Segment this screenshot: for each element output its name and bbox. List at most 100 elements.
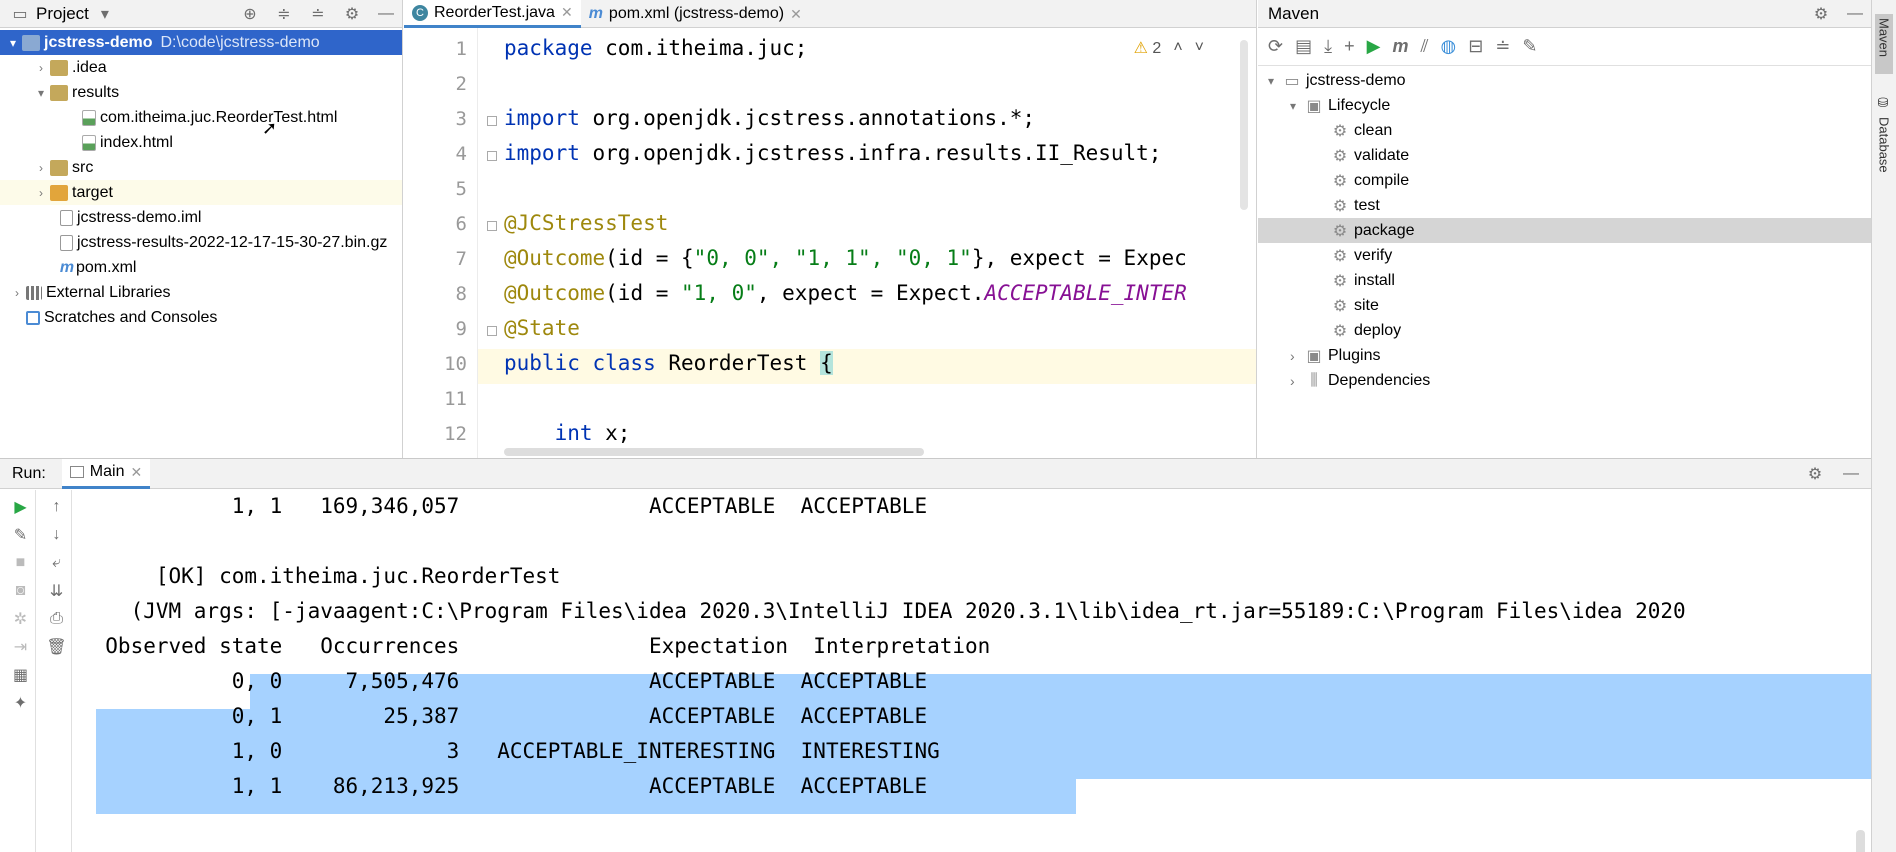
maven-dependencies[interactable]: › ⫼ Dependencies xyxy=(1258,368,1871,393)
goal-verify[interactable]: ⚙ verify xyxy=(1258,243,1871,268)
reload-icon[interactable]: ⟳ xyxy=(1268,36,1283,57)
tree-item-results[interactable]: ▾ results xyxy=(0,80,402,105)
folder-icon xyxy=(50,59,68,76)
fold-marker[interactable] xyxy=(487,326,497,336)
collapse-all-icon[interactable]: ≐ xyxy=(1495,36,1510,57)
arrow-up-icon[interactable]: ↑ xyxy=(47,496,67,518)
layout-icon[interactable]: ▦ xyxy=(11,664,31,686)
tree-item-target[interactable]: › target xyxy=(0,180,402,205)
chevron-down-icon[interactable]: ˅ xyxy=(1195,39,1204,57)
goal-package[interactable]: ⚙ package xyxy=(1258,218,1871,243)
add-icon[interactable]: + xyxy=(1344,36,1355,57)
goal-validate[interactable]: ⚙ validate xyxy=(1258,143,1871,168)
minimize-icon[interactable]: — xyxy=(1841,464,1861,484)
tree-item-label: pom.xml xyxy=(76,258,137,276)
gear-icon[interactable]: ⚙ xyxy=(342,4,362,24)
vertical-scrollbar[interactable] xyxy=(1240,40,1248,210)
warning-count[interactable]: ⚠ 2 xyxy=(1134,38,1162,58)
print-icon[interactable]: ⎙ xyxy=(47,608,67,630)
tree-item-iml[interactable]: jcstress-demo.iml xyxy=(0,205,402,230)
close-icon[interactable]: ✕ xyxy=(561,4,573,21)
console-actions-toolbar: ↑ ↓ ⤶ ⇊ ⎙ 🗑 xyxy=(42,490,72,852)
console-output[interactable]: 1, 1 169,346,057 ACCEPTABLE ACCEPTABLE [… xyxy=(80,490,1871,852)
rerun-icon[interactable]: ▶ xyxy=(11,496,31,518)
gear-icon: ⚙ xyxy=(1332,222,1348,240)
fold-marker[interactable] xyxy=(487,221,497,231)
project-view-selector[interactable]: ▭ Project ▾ xyxy=(10,4,115,24)
code-line-3: import org.openjdk.jcstress.annotations.… xyxy=(504,106,1036,130)
goal-install[interactable]: ⚙ install xyxy=(1258,268,1871,293)
arrow-down-icon[interactable]: ↓ xyxy=(47,524,67,546)
chevron-up-icon[interactable]: ˄ xyxy=(1173,39,1182,57)
minimize-icon[interactable]: — xyxy=(376,4,396,24)
horizontal-scrollbar[interactable] xyxy=(504,448,924,456)
maven-lifecycle[interactable]: ▾ ▣ Lifecycle xyxy=(1258,93,1871,118)
gear-icon[interactable]: ⚙ xyxy=(1805,464,1825,484)
code-area[interactable]: package com.itheima.juc; import org.open… xyxy=(504,28,1256,458)
tab-reordertest-java[interactable]: C ReorderTest.java ✕ xyxy=(404,0,581,28)
maven-project[interactable]: ▾ ▭ jcstress-demo xyxy=(1258,68,1871,93)
wrench-icon[interactable]: ✎ xyxy=(1522,36,1537,57)
close-icon[interactable]: ✕ xyxy=(130,464,142,481)
line-number-gutter: 1 2 3 4 5 6 7 8 9 10 11 12 xyxy=(404,28,478,458)
goal-deploy[interactable]: ⚙ deploy xyxy=(1258,318,1871,343)
generate-sources-icon[interactable]: ▤ xyxy=(1295,36,1312,57)
database-tool-tab[interactable]: ⛁ Database xyxy=(1875,96,1893,186)
run-icon[interactable]: ▶ xyxy=(1367,36,1381,57)
lifecycle-label: Lifecycle xyxy=(1328,96,1391,114)
console-line: [OK] com.itheima.juc.ReorderTest xyxy=(80,564,561,588)
tree-item-pom[interactable]: m pom.xml xyxy=(0,255,402,280)
download-icon[interactable]: ⤓ xyxy=(1324,36,1332,57)
tree-item-idea[interactable]: › .idea xyxy=(0,55,402,80)
tab-main[interactable]: Main ✕ xyxy=(61,458,151,489)
tab-label: ReorderTest.java xyxy=(434,3,555,21)
tree-item-jcstress-demo[interactable]: ▾ jcstress-demo D:\code\jcstress-demo xyxy=(0,30,402,55)
tab-pom-xml[interactable]: m pom.xml (jcstress-demo) ✕ xyxy=(581,0,810,28)
trash-icon[interactable]: 🗑 xyxy=(46,636,66,658)
tree-item-external-libraries[interactable]: › External Libraries xyxy=(0,280,402,305)
maven-tool-tab[interactable]: Maven xyxy=(1875,14,1893,74)
wrench-icon[interactable]: ✎ xyxy=(11,524,31,546)
collapse-all-icon[interactable]: ≐ xyxy=(308,4,328,24)
fold-marker[interactable] xyxy=(487,116,497,126)
inspection-widget[interactable]: ⚠ 2 ˄ ˅ xyxy=(1134,38,1204,58)
soft-wrap-icon[interactable]: ⤶ xyxy=(47,552,67,574)
chevron-down-icon: ▾ xyxy=(37,85,45,100)
goal-clean[interactable]: ⚙ clean xyxy=(1258,118,1871,143)
goal-compile[interactable]: ⚙ compile xyxy=(1258,168,1871,193)
goal-label: install xyxy=(1354,271,1395,289)
console-scrollbar[interactable] xyxy=(1856,830,1865,852)
debug-icon[interactable]: ✲ xyxy=(11,608,31,630)
maven-file-icon: m xyxy=(59,258,75,276)
line-number: 5 xyxy=(455,178,467,200)
gear-icon[interactable]: ⚙ xyxy=(1811,4,1831,24)
goal-test[interactable]: ⚙ test xyxy=(1258,193,1871,218)
maven-plugins[interactable]: › ▣ Plugins xyxy=(1258,343,1871,368)
tree-item-results-gz[interactable]: jcstress-results-2022-12-17-15-30-27.bin… xyxy=(0,230,402,255)
tree-item-label: .idea xyxy=(72,58,107,76)
close-icon[interactable]: ✕ xyxy=(790,6,802,23)
tree-item-index-html[interactable]: index.html xyxy=(0,130,402,155)
execute-goal-icon[interactable]: m xyxy=(1392,36,1408,57)
expand-all-icon[interactable]: ≑ xyxy=(274,4,294,24)
goal-label: test xyxy=(1354,196,1380,214)
goal-site[interactable]: ⚙ site xyxy=(1258,293,1871,318)
minimize-icon[interactable]: — xyxy=(1845,4,1865,24)
warning-icon: ⚠ xyxy=(1133,40,1148,57)
pin-icon[interactable]: ✦ xyxy=(11,692,31,714)
exit-icon[interactable]: ⇥ xyxy=(11,636,31,658)
show-dependencies-icon[interactable]: ⊟ xyxy=(1468,36,1483,57)
console-line: 0, 0 7,505,476 ACCEPTABLE ACCEPTABLE xyxy=(80,669,928,693)
skip-tests-icon[interactable]: ◍ xyxy=(1440,36,1456,57)
code-line-7: @Outcome(id = {"0, 0", "1, 1", "0, 1"}, … xyxy=(504,246,1187,270)
fold-marker[interactable] xyxy=(487,151,497,161)
tree-item-src[interactable]: › src xyxy=(0,155,402,180)
tree-item-reordertest-html[interactable]: com.itheima.juc.ReorderTest.html xyxy=(0,105,402,130)
tree-item-scratches[interactable]: Scratches and Consoles xyxy=(0,305,402,330)
camera-icon[interactable]: ◙ xyxy=(11,580,31,602)
stop-icon[interactable]: ■ xyxy=(11,552,31,574)
locate-icon[interactable]: ⊕ xyxy=(240,4,260,24)
html-file-icon xyxy=(82,134,96,151)
scroll-to-end-icon[interactable]: ⇊ xyxy=(47,580,67,602)
toggle-offline-icon[interactable]: ⫽ xyxy=(1420,36,1428,57)
